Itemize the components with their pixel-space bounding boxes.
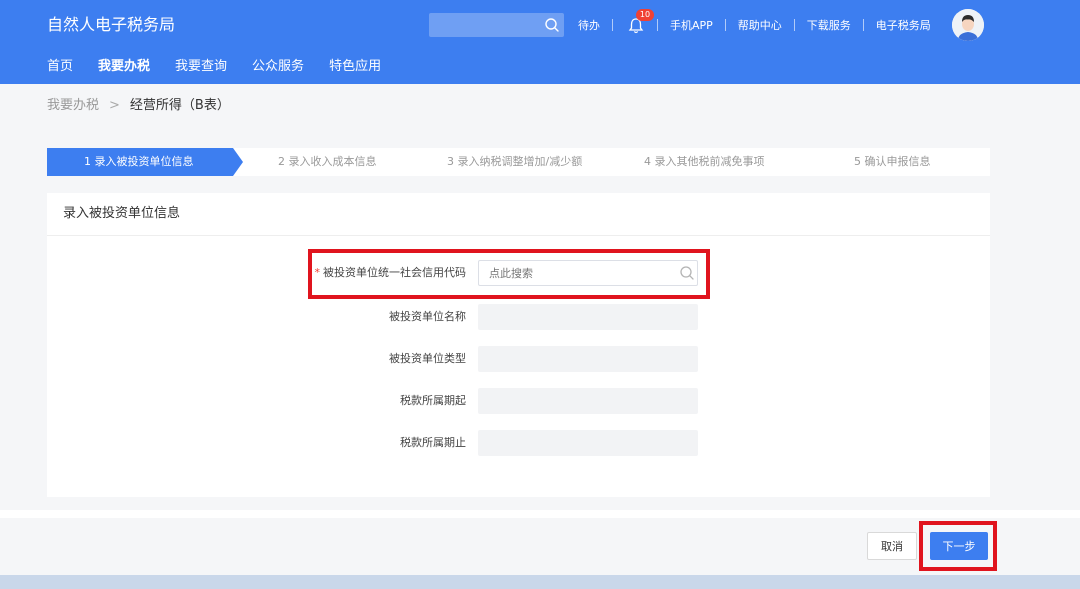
todo-link[interactable]: 待办 xyxy=(578,17,600,33)
nav-special-apps[interactable]: 特色应用 xyxy=(329,57,381,77)
divider xyxy=(793,19,795,31)
nav-query[interactable]: 我要查询 xyxy=(175,57,227,77)
divider xyxy=(47,235,990,236)
step-4: 4 录入其他税前减免事项 xyxy=(644,155,765,168)
highlight-box-credit-code xyxy=(308,249,710,299)
footer-strip xyxy=(0,510,1080,518)
user-avatar[interactable] xyxy=(952,9,984,41)
breadcrumb: 我要办税 > 经营所得（B表） xyxy=(47,96,230,116)
step-progress: 1 录入被投资单位信息 2 录入收入成本信息 3 录入纳税调整增加/减少额 4 … xyxy=(47,148,990,176)
investee-type-field xyxy=(478,346,698,372)
nav-home[interactable]: 首页 xyxy=(47,57,73,77)
download-service-link[interactable]: 下载服务 xyxy=(807,17,851,33)
cancel-button[interactable]: 取消 xyxy=(867,532,917,560)
step-5: 5 确认申报信息 xyxy=(854,155,931,168)
investee-name-label: 被投资单位名称 xyxy=(389,310,466,323)
tax-period-end-field xyxy=(478,430,698,456)
e-tax-bureau-link[interactable]: 电子税务局 xyxy=(876,17,931,33)
notification-badge: 10 xyxy=(636,9,654,21)
brand-title[interactable]: 自然人电子税务局 xyxy=(47,13,175,37)
divider xyxy=(657,19,658,31)
step-3: 3 录入纳税调整增加/减少额 xyxy=(447,155,583,168)
breadcrumb-current: 经营所得（B表） xyxy=(129,98,230,113)
nav-public-service[interactable]: 公众服务 xyxy=(252,57,304,77)
main-nav: 首页 我要办税 我要查询 公众服务 特色应用 xyxy=(47,57,406,77)
highlight-box-next xyxy=(919,521,997,571)
search-icon[interactable] xyxy=(544,17,560,33)
tax-period-end-label: 税款所属期止 xyxy=(400,436,466,449)
step-1: 1 录入被投资单位信息 xyxy=(84,155,194,168)
nav-file-tax[interactable]: 我要办税 xyxy=(98,57,150,77)
divider xyxy=(612,19,613,31)
top-header: 自然人电子税务局 待办 10 手机APP 帮助中心 下载服务 电子税务局 首页 … xyxy=(0,0,1080,84)
mobile-app-link[interactable]: 手机APP xyxy=(670,17,713,33)
investee-info-card: 录入被投资单位信息 *被投资单位统一社会信用代码 被投资单位名称 被投资单位类型… xyxy=(47,193,990,497)
investee-name-field xyxy=(478,304,698,330)
step-2: 2 录入收入成本信息 xyxy=(278,155,377,168)
top-links: 待办 10 手机APP 帮助中心 下载服务 电子税务局 xyxy=(578,9,931,38)
breadcrumb-parent[interactable]: 我要办税 xyxy=(47,96,99,116)
tax-period-start-label: 税款所属期起 xyxy=(400,394,466,407)
breadcrumb-separator: > xyxy=(109,98,120,113)
avatar-icon xyxy=(952,9,984,41)
help-center-link[interactable]: 帮助中心 xyxy=(738,17,782,33)
card-title: 录入被投资单位信息 xyxy=(63,206,181,221)
divider xyxy=(724,19,726,31)
investee-type-label: 被投资单位类型 xyxy=(389,352,466,365)
header-search[interactable] xyxy=(429,13,564,37)
tax-period-start-field xyxy=(478,388,698,414)
bottom-bar xyxy=(0,575,1080,589)
divider xyxy=(862,19,864,31)
notification-button[interactable]: 10 xyxy=(627,9,654,35)
